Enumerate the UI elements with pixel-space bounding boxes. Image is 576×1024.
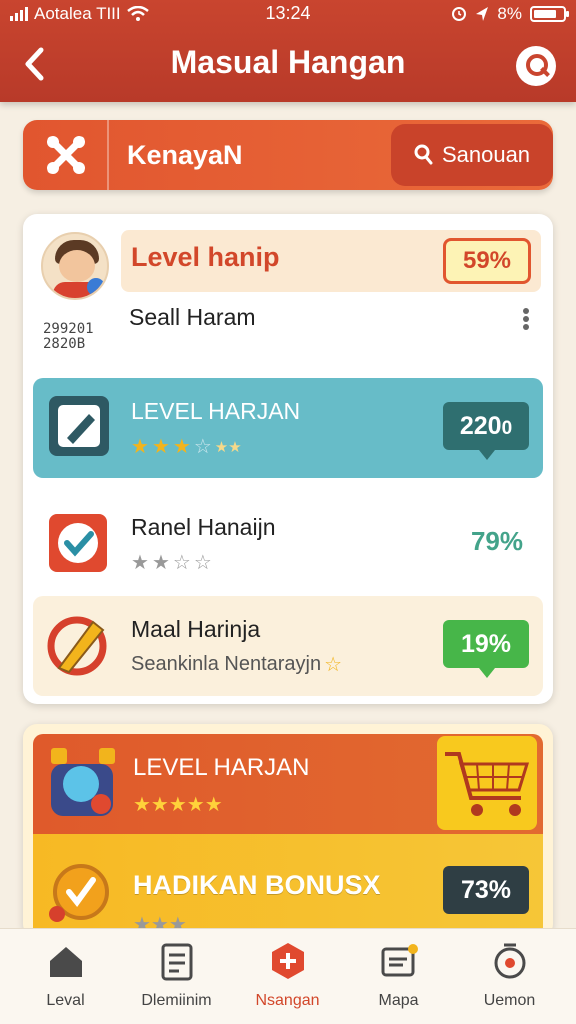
search-button[interactable]: Sanouan <box>391 124 553 186</box>
promo-bonus-row[interactable]: HADIKAN BONUSX ★★★ 73% <box>33 834 543 938</box>
checkbox-icon <box>49 514 107 572</box>
star-icon: ★ <box>151 552 170 574</box>
star-icon: ☆ <box>172 552 191 574</box>
page-title: Masual Hangan <box>170 44 406 80</box>
location-icon <box>476 7 489 21</box>
promo-level-title: LEVEL HARJAN <box>133 754 310 781</box>
star-icon: ☆ <box>324 654 343 676</box>
promo-rating: ★★★★★ <box>133 792 223 817</box>
item-meta: Seankinla Nentarayjn ☆ <box>131 652 342 677</box>
more-options-icon[interactable] <box>523 308 529 330</box>
promo-card: LEVEL HARJAN ★★★★★ HADIKAN BONUSX ★★★ 73… <box>23 724 553 938</box>
bonus-medal-icon <box>49 864 109 922</box>
star-icon: ★ <box>172 436 191 458</box>
nav-item-uemon[interactable]: Uemon <box>452 941 567 1010</box>
search-profile-button[interactable] <box>516 46 556 86</box>
app-header: Aotalea TIII 13:24 8% Masual Hangan <box>0 0 576 102</box>
nav-item-dlemiinim[interactable]: Dlemiinim <box>119 941 234 1010</box>
alarm-icon <box>452 7 467 21</box>
item-value: 79% <box>470 526 523 556</box>
search-banner: KenayaN Sanouan <box>23 120 553 190</box>
pencil-icon <box>47 616 107 676</box>
profile-subtitle: Seall Haram <box>129 304 256 330</box>
profile-row[interactable]: 299201 2820B Level hanip 59% Seall Haram <box>33 224 543 360</box>
nav-label: Nsangan <box>255 992 320 1009</box>
profile-percent-badge: 59% <box>443 238 531 284</box>
nav-item-leval[interactable]: Leval <box>8 941 123 1010</box>
star-icon: ★ <box>131 436 149 458</box>
home-icon <box>49 947 82 977</box>
star-icon: ★★★★★ <box>133 794 223 816</box>
settings-icon <box>494 943 525 979</box>
tools-icon[interactable] <box>23 120 109 190</box>
star-icon: ☆ <box>193 436 212 458</box>
search-button-label: Sanouan <box>441 142 531 167</box>
star-icon: ★★ <box>214 438 242 456</box>
clipboard-icon <box>161 943 192 981</box>
item-value-badge: 2200 <box>443 402 529 460</box>
hexagon-add-icon <box>271 943 304 979</box>
edit-icon <box>49 396 109 456</box>
promo-bonus-title: HADIKAN BONUSX <box>133 870 381 900</box>
game-controller-icon <box>51 748 115 816</box>
list-item[interactable]: Ranel Hanaijn ★ ★ ☆ ☆ 79% <box>33 494 543 594</box>
promo-level-row[interactable]: LEVEL HARJAN ★★★★★ <box>33 734 543 834</box>
level-list-card: 299201 2820B Level hanip 59% Seall Haram… <box>23 214 553 704</box>
level-highlight: Level hanip 59% <box>121 230 541 292</box>
nav-label: Dlemiinim <box>141 992 212 1009</box>
item-title: LEVEL HARJAN <box>131 398 301 424</box>
profile-code: 299201 2820B <box>43 321 94 352</box>
battery-percent: 8% <box>497 4 522 23</box>
item-rating: ★ ★ ☆ ☆ <box>131 550 212 575</box>
search-icon <box>414 144 433 165</box>
status-bar: Aotalea TIII 13:24 8% <box>0 0 576 28</box>
item-rating: ★ ★ ★ ☆ ★★ <box>131 434 242 459</box>
bottom-navigation: Leval Dlemiinim Nsangan Mapa Uemon <box>0 928 576 1024</box>
nav-item-mapa[interactable]: Mapa <box>341 941 456 1010</box>
map-icon <box>381 944 418 977</box>
cart-icon[interactable] <box>437 736 537 830</box>
star-icon: ★ <box>151 436 170 458</box>
list-item[interactable]: LEVEL HARJAN ★ ★ ★ ☆ ★★ 2200 <box>33 378 543 478</box>
item-title: Ranel Hanaijn <box>131 514 276 540</box>
nav-label: Leval <box>46 992 85 1009</box>
star-icon: ☆ <box>193 552 212 574</box>
nav-label: Uemon <box>483 992 536 1009</box>
item-meta-text: Seankinla Nentarayjn <box>131 653 322 675</box>
nav-item-nsangan[interactable]: Nsangan <box>230 941 345 1010</box>
item-title: Maal Harinja <box>131 616 261 642</box>
battery-icon <box>530 6 569 22</box>
promo-bonus-value: 73% <box>443 866 529 914</box>
item-value-badge: 19% <box>443 620 529 678</box>
nav-label: Mapa <box>378 992 419 1009</box>
banner-label: KenayaN <box>127 140 243 170</box>
list-item[interactable]: Maal Harinja Seankinla Nentarayjn ☆ 19% <box>33 596 543 696</box>
star-icon: ★ <box>131 552 149 574</box>
profile-level-title: Level hanip <box>131 242 280 272</box>
avatar <box>41 232 109 300</box>
